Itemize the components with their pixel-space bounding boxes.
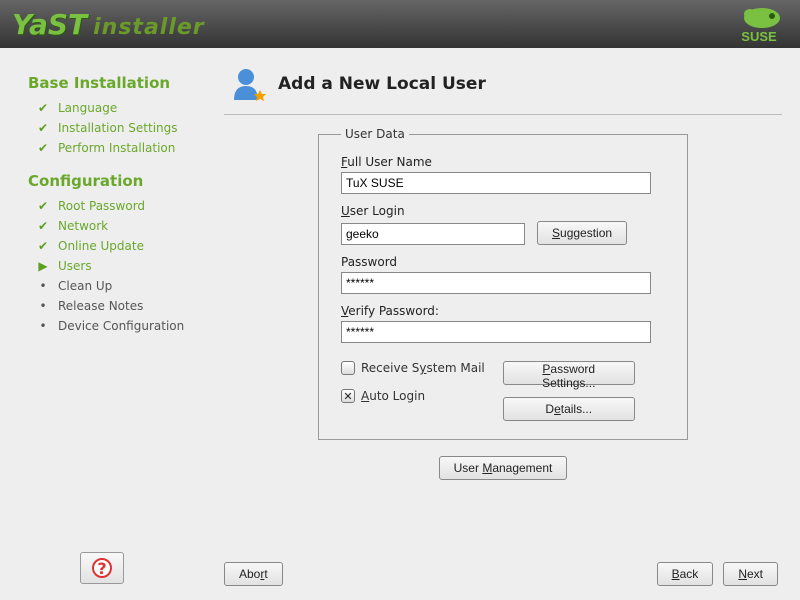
svg-text:SUSE: SUSE (741, 29, 777, 44)
verify-password-field: Verify Password: (341, 304, 665, 343)
user-data-fieldset: User Data Full User Name User Login Sugg… (318, 127, 688, 440)
suggestion-button[interactable]: Suggestion (537, 221, 627, 245)
user-login-field: User Login Suggestion (341, 204, 665, 245)
password-field: Password (341, 255, 665, 294)
full-name-input[interactable] (341, 172, 651, 194)
full-name-field: Full User Name (341, 155, 665, 194)
yast-logo: YaST installer (12, 8, 205, 41)
header: YaST installer SUSE (0, 0, 800, 48)
help-icon: ? (92, 558, 112, 578)
sidebar-item-online-update: ✔Online Update (28, 236, 210, 256)
user-management-button[interactable]: User Management (439, 456, 568, 480)
password-input[interactable] (341, 272, 651, 294)
verify-password-label: Verify Password: (341, 304, 665, 318)
password-label: Password (341, 255, 665, 269)
sidebar-item-cleanup: •Clean Up (28, 276, 210, 296)
sidebar-item-perform-install: ✔Perform Installation (28, 138, 210, 158)
page-title-row: Add a New Local User (228, 64, 782, 104)
sidebar-heading-base: Base Installation (28, 74, 210, 92)
password-settings-button[interactable]: Password Settings... (503, 361, 635, 385)
logo-yast-text: YaST (12, 8, 87, 41)
sidebar-heading-config: Configuration (28, 172, 210, 190)
sidebar-item-device-config: •Device Configuration (28, 316, 210, 336)
sidebar-item-release-notes: •Release Notes (28, 296, 210, 316)
page-title: Add a New Local User (278, 74, 486, 94)
sidebar-list-config: ✔Root Password ✔Network ✔Online Update ▶… (28, 196, 210, 336)
sidebar-item-install-settings: ✔Installation Settings (28, 118, 210, 138)
sidebar-item-language: ✔Language (28, 98, 210, 118)
details-button[interactable]: Details... (503, 397, 635, 421)
user-add-icon (228, 64, 268, 104)
title-divider (224, 114, 782, 115)
full-name-label: Full User Name (341, 155, 665, 169)
bottom-bar: Abort Back Next (224, 554, 782, 590)
verify-password-input[interactable] (341, 321, 651, 343)
user-data-legend: User Data (341, 127, 409, 141)
user-login-label: User Login (341, 204, 665, 218)
next-button[interactable]: Next (723, 562, 778, 586)
checkbox-icon (341, 361, 355, 375)
checkbox-icon (341, 389, 355, 403)
sidebar-item-users: ▶Users (28, 256, 210, 276)
receive-mail-checkbox[interactable]: Receive System Mail (341, 361, 485, 375)
back-button[interactable]: Back (657, 562, 714, 586)
sidebar-item-network: ✔Network (28, 216, 210, 236)
content: Add a New Local User User Data Full User… (220, 48, 800, 600)
sidebar-list-base: ✔Language ✔Installation Settings ✔Perfor… (28, 98, 210, 158)
auto-login-checkbox[interactable]: Auto Login (341, 389, 485, 403)
suse-logo: SUSE (730, 4, 788, 44)
logo-installer-text: installer (93, 15, 205, 40)
sidebar: Base Installation ✔Language ✔Installatio… (0, 48, 220, 600)
help-button[interactable]: ? (80, 552, 124, 584)
user-login-input[interactable] (341, 223, 525, 245)
sidebar-item-root-password: ✔Root Password (28, 196, 210, 216)
abort-button[interactable]: Abort (224, 562, 283, 586)
